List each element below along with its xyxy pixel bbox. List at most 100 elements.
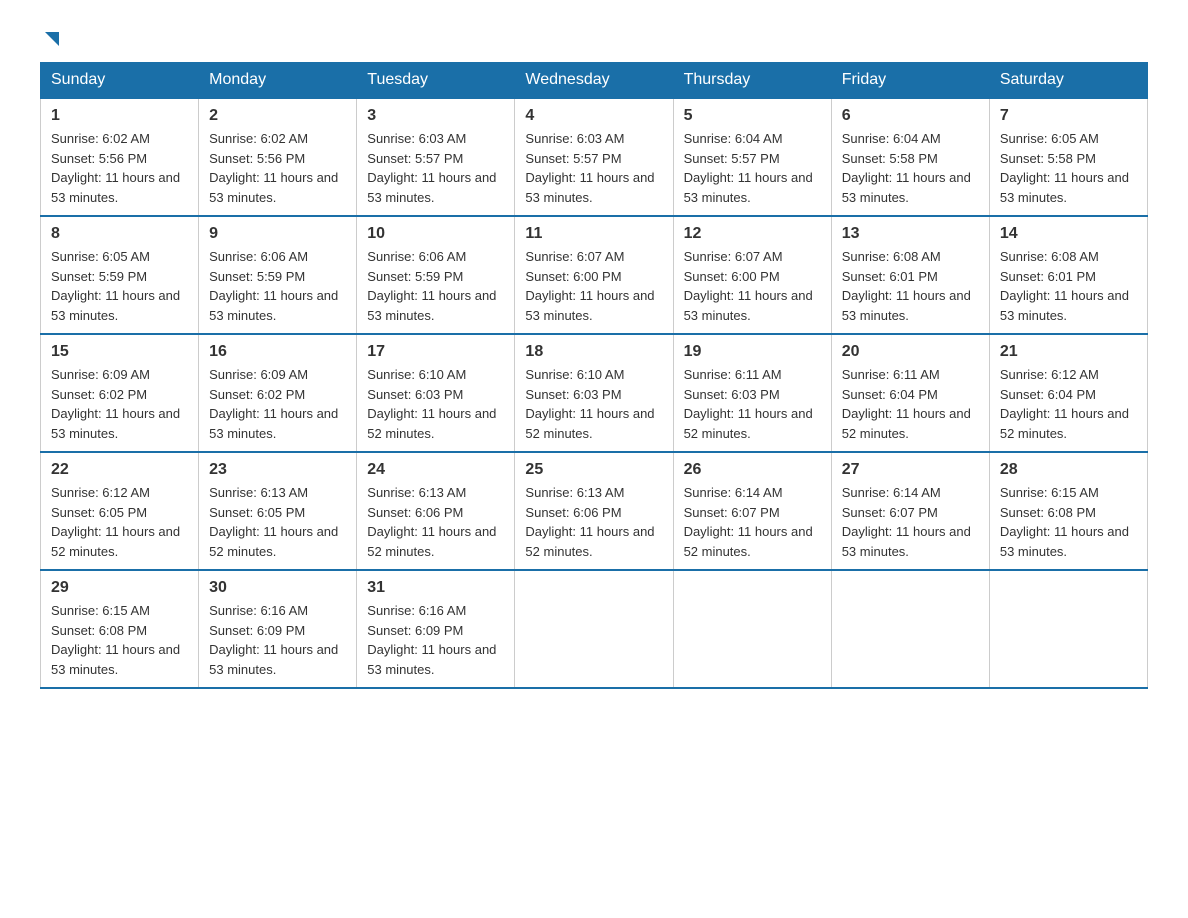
day-info: Sunrise: 6:11 AM Sunset: 6:04 PM Dayligh… — [842, 365, 979, 443]
day-number: 5 — [684, 107, 821, 125]
day-info: Sunrise: 6:16 AM Sunset: 6:09 PM Dayligh… — [367, 601, 504, 679]
calendar-cell — [831, 570, 989, 688]
day-number: 19 — [684, 343, 821, 361]
calendar-cell: 16 Sunrise: 6:09 AM Sunset: 6:02 PM Dayl… — [199, 334, 357, 452]
calendar-cell: 23 Sunrise: 6:13 AM Sunset: 6:05 PM Dayl… — [199, 452, 357, 570]
calendar-cell: 25 Sunrise: 6:13 AM Sunset: 6:06 PM Dayl… — [515, 452, 673, 570]
day-info: Sunrise: 6:09 AM Sunset: 6:02 PM Dayligh… — [209, 365, 346, 443]
day-info: Sunrise: 6:10 AM Sunset: 6:03 PM Dayligh… — [525, 365, 662, 443]
day-number: 2 — [209, 107, 346, 125]
day-number: 18 — [525, 343, 662, 361]
day-number: 3 — [367, 107, 504, 125]
calendar-cell: 27 Sunrise: 6:14 AM Sunset: 6:07 PM Dayl… — [831, 452, 989, 570]
day-number: 24 — [367, 461, 504, 479]
calendar-cell — [989, 570, 1147, 688]
day-info: Sunrise: 6:15 AM Sunset: 6:08 PM Dayligh… — [51, 601, 188, 679]
calendar-cell: 1 Sunrise: 6:02 AM Sunset: 5:56 PM Dayli… — [41, 98, 199, 216]
calendar-cell — [673, 570, 831, 688]
calendar-cell: 14 Sunrise: 6:08 AM Sunset: 6:01 PM Dayl… — [989, 216, 1147, 334]
day-number: 15 — [51, 343, 188, 361]
day-number: 17 — [367, 343, 504, 361]
day-number: 7 — [1000, 107, 1137, 125]
day-number: 6 — [842, 107, 979, 125]
day-info: Sunrise: 6:03 AM Sunset: 5:57 PM Dayligh… — [367, 129, 504, 207]
weekday-saturday: Saturday — [989, 63, 1147, 99]
calendar-cell: 7 Sunrise: 6:05 AM Sunset: 5:58 PM Dayli… — [989, 98, 1147, 216]
day-info: Sunrise: 6:03 AM Sunset: 5:57 PM Dayligh… — [525, 129, 662, 207]
calendar-cell: 6 Sunrise: 6:04 AM Sunset: 5:58 PM Dayli… — [831, 98, 989, 216]
calendar-cell: 2 Sunrise: 6:02 AM Sunset: 5:56 PM Dayli… — [199, 98, 357, 216]
day-number: 20 — [842, 343, 979, 361]
day-number: 4 — [525, 107, 662, 125]
calendar-table: SundayMondayTuesdayWednesdayThursdayFrid… — [40, 62, 1148, 689]
day-number: 21 — [1000, 343, 1137, 361]
day-info: Sunrise: 6:13 AM Sunset: 6:06 PM Dayligh… — [367, 483, 504, 561]
day-number: 26 — [684, 461, 821, 479]
day-info: Sunrise: 6:09 AM Sunset: 6:02 PM Dayligh… — [51, 365, 188, 443]
day-info: Sunrise: 6:06 AM Sunset: 5:59 PM Dayligh… — [367, 247, 504, 325]
calendar-cell: 12 Sunrise: 6:07 AM Sunset: 6:00 PM Dayl… — [673, 216, 831, 334]
day-info: Sunrise: 6:06 AM Sunset: 5:59 PM Dayligh… — [209, 247, 346, 325]
calendar-cell: 9 Sunrise: 6:06 AM Sunset: 5:59 PM Dayli… — [199, 216, 357, 334]
day-info: Sunrise: 6:08 AM Sunset: 6:01 PM Dayligh… — [1000, 247, 1137, 325]
logo-triangle-icon — [41, 28, 63, 50]
weekday-monday: Monday — [199, 63, 357, 99]
calendar-cell: 11 Sunrise: 6:07 AM Sunset: 6:00 PM Dayl… — [515, 216, 673, 334]
day-info: Sunrise: 6:05 AM Sunset: 5:59 PM Dayligh… — [51, 247, 188, 325]
day-info: Sunrise: 6:15 AM Sunset: 6:08 PM Dayligh… — [1000, 483, 1137, 561]
day-info: Sunrise: 6:14 AM Sunset: 6:07 PM Dayligh… — [684, 483, 821, 561]
day-info: Sunrise: 6:08 AM Sunset: 6:01 PM Dayligh… — [842, 247, 979, 325]
calendar-cell: 10 Sunrise: 6:06 AM Sunset: 5:59 PM Dayl… — [357, 216, 515, 334]
calendar-cell: 29 Sunrise: 6:15 AM Sunset: 6:08 PM Dayl… — [41, 570, 199, 688]
day-number: 30 — [209, 579, 346, 597]
calendar-cell: 18 Sunrise: 6:10 AM Sunset: 6:03 PM Dayl… — [515, 334, 673, 452]
calendar-cell: 31 Sunrise: 6:16 AM Sunset: 6:09 PM Dayl… — [357, 570, 515, 688]
day-number: 27 — [842, 461, 979, 479]
day-number: 8 — [51, 225, 188, 243]
calendar-cell — [515, 570, 673, 688]
day-info: Sunrise: 6:04 AM Sunset: 5:58 PM Dayligh… — [842, 129, 979, 207]
calendar-week-row: 22 Sunrise: 6:12 AM Sunset: 6:05 PM Dayl… — [41, 452, 1148, 570]
day-info: Sunrise: 6:07 AM Sunset: 6:00 PM Dayligh… — [525, 247, 662, 325]
calendar-cell: 17 Sunrise: 6:10 AM Sunset: 6:03 PM Dayl… — [357, 334, 515, 452]
calendar-cell: 24 Sunrise: 6:13 AM Sunset: 6:06 PM Dayl… — [357, 452, 515, 570]
calendar-cell: 8 Sunrise: 6:05 AM Sunset: 5:59 PM Dayli… — [41, 216, 199, 334]
logo — [40, 30, 63, 46]
calendar-cell: 20 Sunrise: 6:11 AM Sunset: 6:04 PM Dayl… — [831, 334, 989, 452]
day-info: Sunrise: 6:13 AM Sunset: 6:06 PM Dayligh… — [525, 483, 662, 561]
day-info: Sunrise: 6:10 AM Sunset: 6:03 PM Dayligh… — [367, 365, 504, 443]
day-number: 31 — [367, 579, 504, 597]
calendar-cell: 26 Sunrise: 6:14 AM Sunset: 6:07 PM Dayl… — [673, 452, 831, 570]
calendar-cell: 15 Sunrise: 6:09 AM Sunset: 6:02 PM Dayl… — [41, 334, 199, 452]
day-number: 11 — [525, 225, 662, 243]
day-number: 9 — [209, 225, 346, 243]
day-number: 12 — [684, 225, 821, 243]
calendar-week-row: 15 Sunrise: 6:09 AM Sunset: 6:02 PM Dayl… — [41, 334, 1148, 452]
day-number: 23 — [209, 461, 346, 479]
day-number: 28 — [1000, 461, 1137, 479]
day-info: Sunrise: 6:02 AM Sunset: 5:56 PM Dayligh… — [209, 129, 346, 207]
weekday-thursday: Thursday — [673, 63, 831, 99]
calendar-week-row: 8 Sunrise: 6:05 AM Sunset: 5:59 PM Dayli… — [41, 216, 1148, 334]
weekday-friday: Friday — [831, 63, 989, 99]
day-info: Sunrise: 6:14 AM Sunset: 6:07 PM Dayligh… — [842, 483, 979, 561]
calendar-cell: 30 Sunrise: 6:16 AM Sunset: 6:09 PM Dayl… — [199, 570, 357, 688]
page-header — [40, 30, 1148, 46]
calendar-cell: 19 Sunrise: 6:11 AM Sunset: 6:03 PM Dayl… — [673, 334, 831, 452]
day-number: 10 — [367, 225, 504, 243]
day-info: Sunrise: 6:07 AM Sunset: 6:00 PM Dayligh… — [684, 247, 821, 325]
weekday-wednesday: Wednesday — [515, 63, 673, 99]
day-number: 29 — [51, 579, 188, 597]
day-info: Sunrise: 6:11 AM Sunset: 6:03 PM Dayligh… — [684, 365, 821, 443]
weekday-sunday: Sunday — [41, 63, 199, 99]
day-number: 14 — [1000, 225, 1137, 243]
calendar-week-row: 1 Sunrise: 6:02 AM Sunset: 5:56 PM Dayli… — [41, 98, 1148, 216]
day-info: Sunrise: 6:12 AM Sunset: 6:04 PM Dayligh… — [1000, 365, 1137, 443]
day-info: Sunrise: 6:13 AM Sunset: 6:05 PM Dayligh… — [209, 483, 346, 561]
day-number: 25 — [525, 461, 662, 479]
day-info: Sunrise: 6:12 AM Sunset: 6:05 PM Dayligh… — [51, 483, 188, 561]
day-info: Sunrise: 6:02 AM Sunset: 5:56 PM Dayligh… — [51, 129, 188, 207]
day-info: Sunrise: 6:04 AM Sunset: 5:57 PM Dayligh… — [684, 129, 821, 207]
weekday-tuesday: Tuesday — [357, 63, 515, 99]
day-number: 16 — [209, 343, 346, 361]
